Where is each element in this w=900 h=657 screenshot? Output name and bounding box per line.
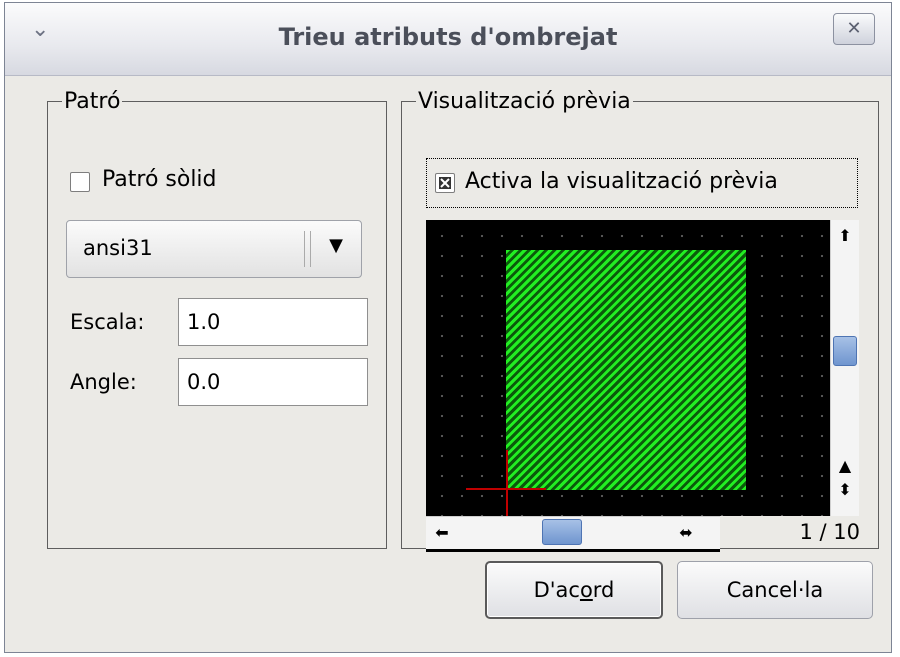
- pattern-group-label: Patró: [64, 89, 121, 114]
- preview-canvas[interactable]: [426, 220, 830, 516]
- solid-pattern-checkbox[interactable]: [70, 172, 90, 192]
- scroll-up-icon[interactable]: ⬆: [833, 224, 857, 248]
- scale-input[interactable]: [178, 298, 368, 346]
- pattern-group: Patró Patró sòlid ansi31 ▼ Escala: Angle…: [47, 89, 387, 549]
- ok-button[interactable]: D'acord: [485, 561, 663, 619]
- scroll-right-icon[interactable]: ⬌: [662, 521, 710, 545]
- preview-group-label: Visualització prèvia: [418, 89, 631, 114]
- angle-label: Angle:: [70, 370, 137, 394]
- horizontal-scrollbar[interactable]: ⬅ ⬌: [426, 516, 720, 552]
- preview-group: Visualització prèvia Activa la visualitz…: [401, 89, 879, 552]
- close-button[interactable]: ✕: [833, 13, 875, 45]
- scroll-up-small-icon[interactable]: ▲: [833, 454, 857, 478]
- ok-label-pre: D'ac: [533, 578, 580, 602]
- vertical-scroll-thumb[interactable]: [833, 336, 857, 366]
- title-bar: ⌄ Trieu atributs d'ombrejat ✕: [5, 3, 891, 76]
- pattern-combo-value: ansi31: [83, 236, 153, 260]
- dropdown-arrow-icon: ▼: [329, 235, 343, 256]
- angle-input[interactable]: [178, 358, 368, 406]
- enable-preview-focus-ring: Activa la visualització prèvia: [426, 158, 858, 208]
- checkbox-x-icon: [439, 177, 451, 189]
- enable-preview-checkbox[interactable]: [435, 173, 455, 193]
- close-icon: ✕: [846, 18, 862, 39]
- page-indicator: 1 / 10: [799, 520, 860, 544]
- enable-preview-label[interactable]: Activa la visualització prèvia: [465, 169, 778, 194]
- scroll-left-icon[interactable]: ⬅: [430, 521, 454, 545]
- hatch-pattern-preview: [506, 250, 746, 490]
- ok-label-mnemonic: o: [579, 578, 593, 602]
- ok-label-post: rd: [592, 578, 615, 602]
- cancel-button[interactable]: Cancel·la: [677, 561, 873, 619]
- scroll-down-icon[interactable]: ⬍: [833, 478, 857, 502]
- combo-separator: [304, 231, 311, 267]
- crosshair-horizontal: [466, 488, 546, 490]
- window-title: Trieu atributs d'ombrejat: [278, 23, 618, 51]
- scale-label: Escala:: [70, 310, 145, 334]
- hatch-attributes-dialog: ⌄ Trieu atributs d'ombrejat ✕ Patró Patr…: [4, 2, 892, 653]
- vertical-scrollbar[interactable]: ⬆ ▲ ⬍: [830, 220, 859, 516]
- crosshair-vertical: [506, 450, 508, 516]
- pattern-combo[interactable]: ansi31 ▼: [66, 220, 362, 278]
- horizontal-scroll-thumb[interactable]: [542, 519, 582, 545]
- solid-pattern-label[interactable]: Patró sòlid: [102, 167, 217, 192]
